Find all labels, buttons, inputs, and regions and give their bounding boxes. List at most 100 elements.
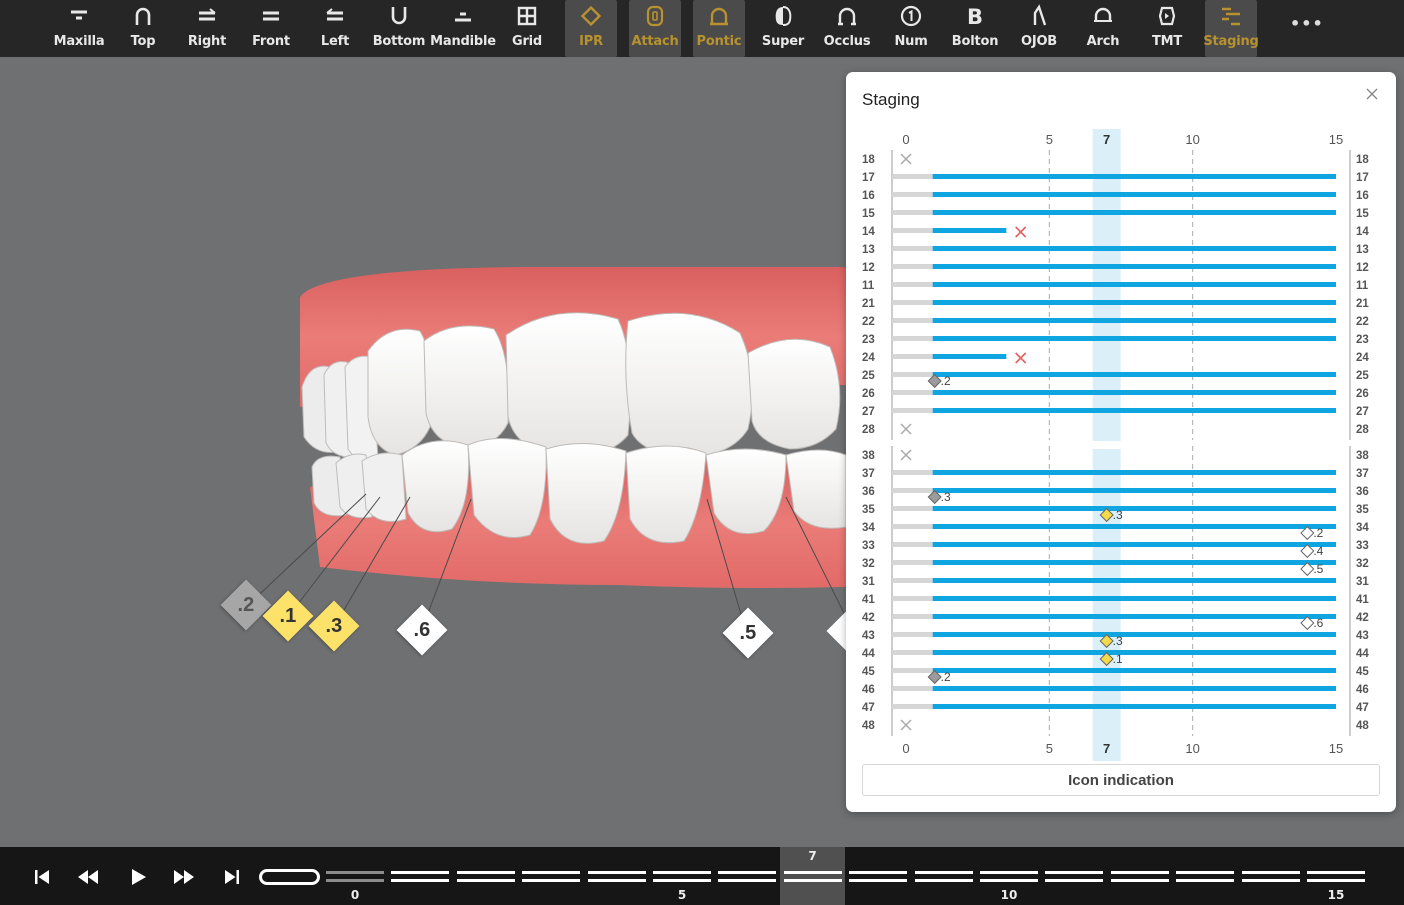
tool-super-button[interactable]: Super: [757, 0, 809, 57]
skip-to-end-icon[interactable]: [220, 865, 244, 889]
tooth-row-label-right: 12: [1356, 262, 1369, 274]
tooth-movement-bar: [932, 408, 1336, 413]
tooth-static-bar: [892, 408, 933, 413]
tool-top-button[interactable]: Top: [117, 0, 169, 57]
tool-label: Left: [320, 34, 350, 49]
stage-segment[interactable]: [653, 869, 711, 885]
tooth-21: [625, 312, 753, 458]
tooth-row-label-right: 46: [1356, 684, 1369, 696]
tooth-row-label-left: 48: [862, 720, 875, 732]
tooth-row-label-left: 22: [862, 316, 875, 328]
tool-arch-button[interactable]: Arch: [1077, 0, 1129, 57]
tooth-movement-bar: [932, 282, 1336, 287]
stage-segment[interactable]: [587, 869, 646, 885]
staging-panel-title: Staging: [862, 90, 920, 109]
stage-segment[interactable]: [1176, 869, 1235, 885]
play-icon[interactable]: [126, 865, 150, 889]
tooth-row-label-left: 42: [862, 612, 875, 624]
icon-indication-button[interactable]: Icon indication: [862, 764, 1380, 796]
timeline-tick-label: 15: [1327, 888, 1345, 902]
tooth-static-bar: [892, 336, 933, 341]
ipr-marker-value: .5: [1313, 562, 1323, 576]
tooth-static-bar: [892, 614, 933, 619]
stage-segment[interactable]: [718, 869, 777, 885]
tool-label: IPR: [579, 34, 603, 49]
tooth-11: [505, 312, 631, 458]
stage-segment[interactable]: [1307, 869, 1365, 885]
tooth-row-label-right: 23: [1356, 334, 1369, 346]
ipr-marker-value: .2: [1313, 526, 1323, 540]
tooth-movement-bar: [932, 246, 1336, 251]
tool-maxilla-button[interactable]: Maxilla: [53, 0, 105, 57]
stage-segment[interactable]: [1241, 869, 1300, 885]
maxilla-icon: [67, 4, 91, 28]
tooth-movement-bar: [932, 632, 1336, 637]
tooth-12: [423, 325, 510, 450]
stage-0-start[interactable]: [259, 869, 320, 885]
tool-left-button[interactable]: Left: [309, 0, 361, 57]
timeline-tick-label: 0: [350, 888, 360, 902]
stage-segment[interactable]: [522, 869, 581, 885]
tool-ojob-button[interactable]: OJOB: [1013, 0, 1065, 57]
stage-segment[interactable]: [849, 869, 908, 885]
tooth-row-label-left: 45: [862, 666, 875, 678]
tooth-static-bar: [892, 228, 933, 233]
tooth-static-bar: [892, 264, 933, 269]
current-stage-column: [1092, 449, 1121, 761]
tool-label: Staging: [1203, 34, 1259, 49]
stage-segment[interactable]: [456, 869, 515, 885]
tool-ipr-button[interactable]: IPR: [565, 0, 617, 57]
stage-segment[interactable]: [914, 869, 973, 885]
tooth-movement-bar: [932, 228, 1007, 233]
tooth-absent-icon: [900, 423, 912, 435]
tooth-static-bar: [892, 632, 933, 637]
ipr-icon: [579, 4, 603, 28]
staging-chart[interactable]: 0 0 5 5 7 7 10 10 15 15 18 18 17 17 16 16 15 15 14 14 13 13 12…: [846, 72, 1396, 772]
tooth-row-label-left: 18: [862, 154, 875, 166]
ipr-value-text: .3: [325, 614, 343, 637]
tool-staging-button[interactable]: Staging: [1203, 0, 1259, 57]
tool-tmt-button[interactable]: TMT: [1141, 0, 1193, 57]
tooth-extraction-icon: [1015, 352, 1027, 364]
tool-right-button[interactable]: Right: [181, 0, 233, 57]
stage-segment[interactable]: [326, 869, 384, 885]
skip-to-start-icon[interactable]: [30, 865, 54, 889]
tool-occlus-button[interactable]: Occlus: [821, 0, 873, 57]
stage-segment[interactable]: [1045, 869, 1104, 885]
tooth-row-label-left: 47: [862, 702, 875, 714]
stage-segment[interactable]: [391, 869, 450, 885]
stage-segment[interactable]: [980, 869, 1038, 885]
tooth-static-bar: [892, 372, 933, 377]
tooth-static-bar: [892, 470, 933, 475]
tool-mandible-button[interactable]: Mandible: [430, 0, 496, 57]
ipr-marker-value: .2: [941, 670, 951, 684]
tooth-row-label-left: 13: [862, 244, 875, 256]
tool-front-button[interactable]: Front: [245, 0, 297, 57]
tooth-row-label-right: 42: [1356, 612, 1369, 624]
tooth-static-bar: [892, 506, 933, 511]
tool-grid-button[interactable]: Grid: [501, 0, 553, 57]
close-icon[interactable]: [1364, 86, 1380, 102]
step-back-icon[interactable]: [76, 865, 100, 889]
ipr-marker-value: .3: [1113, 634, 1123, 648]
staging-icon: [1219, 4, 1243, 28]
tool-num-button[interactable]: Num: [885, 0, 937, 57]
tooth-row-label-right: 18: [1356, 154, 1369, 166]
tool-attach-button[interactable]: Attach: [629, 0, 681, 57]
ipr-marker-value: .6: [1313, 616, 1323, 630]
step-forward-icon[interactable]: [172, 865, 196, 889]
bolton-icon: B: [963, 4, 987, 28]
ipr-marker-value: .4: [1313, 544, 1323, 558]
tooth-row-label-left: 25: [862, 370, 875, 382]
mandible-icon: [451, 4, 475, 28]
tooth-row-label-left: 17: [862, 172, 875, 184]
tool-bolton-button[interactable]: B Bolton: [949, 0, 1001, 57]
tool-label: Attach: [631, 34, 679, 49]
stage-segment[interactable]: [1110, 869, 1169, 885]
tool-pontic-button[interactable]: Pontic: [693, 0, 745, 57]
tooth-movement-bar: [932, 390, 1336, 395]
stage-segment[interactable]: [783, 869, 842, 885]
ipr-value-text: .6: [413, 618, 431, 641]
more-options-icon[interactable]: •••: [1290, 14, 1324, 33]
tool-bottom-button[interactable]: Bottom: [373, 0, 425, 57]
